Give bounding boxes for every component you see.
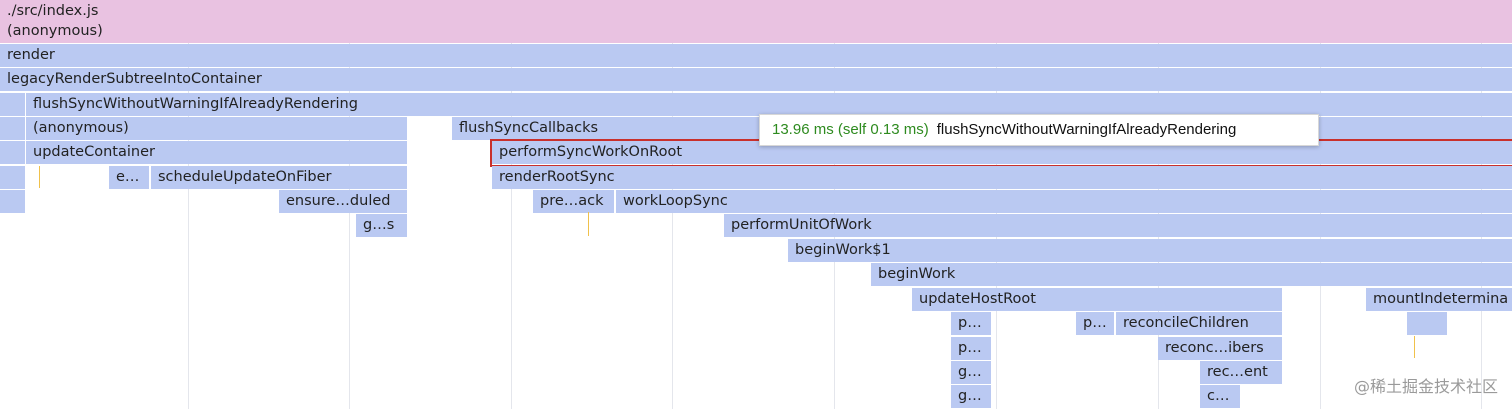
flame-chart: ./src/index.js (anonymous) render legacy… <box>0 0 1512 409</box>
flame-frame-left-stub[interactable] <box>0 93 25 116</box>
flame-frame-reconcile-single-element[interactable]: rec…ent <box>1200 361 1282 384</box>
time-tick-mark <box>1414 336 1415 358</box>
flame-frame-begin-work-1[interactable]: beginWork$1 <box>788 239 1512 262</box>
flame-frame-prepare-stack[interactable]: pre…ack <box>533 190 614 213</box>
flame-frame-left-stub[interactable] <box>0 190 25 213</box>
watermark-text: @稀土掘金技术社区 <box>1353 377 1498 396</box>
flame-frame-perform-unit-of-work[interactable]: performUnitOfWork <box>724 214 1512 237</box>
flame-frame-schedule-update-on-fiber[interactable]: scheduleUpdateOnFiber <box>151 166 407 189</box>
frame-tooltip: 13.96 ms (self 0.13 ms) flushSyncWithoutW… <box>759 114 1319 146</box>
tooltip-duration: 13.96 ms (self 0.13 ms) <box>772 121 929 138</box>
flame-frame-work-loop-sync[interactable]: workLoopSync <box>616 190 1512 213</box>
flame-frame-anonymous-root[interactable]: (anonymous) <box>0 20 1512 43</box>
time-tick-mark <box>588 212 589 236</box>
flame-frame-g-s[interactable]: g…s <box>356 214 407 237</box>
flame-frame-update-container[interactable]: updateContainer <box>26 141 407 164</box>
flame-frame-left-stub[interactable] <box>0 166 25 189</box>
flame-frame-left-stub[interactable] <box>0 141 25 164</box>
flame-frame-c[interactable]: c… <box>1200 385 1240 408</box>
flame-frame-reconcile-child-fibers[interactable]: reconc…ibers <box>1158 337 1282 360</box>
flame-frame-begin-work[interactable]: beginWork <box>871 263 1512 286</box>
flame-frame-p-2[interactable]: p… <box>1076 312 1114 335</box>
flame-frame-ensure-scheduled[interactable]: ensure…duled <box>279 190 407 213</box>
flame-frame-mount-indeterminate[interactable]: mountIndetermina <box>1366 288 1512 311</box>
flame-frame-render-root-sync[interactable]: renderRootSync <box>492 166 1512 189</box>
flame-frame-left-stub[interactable] <box>0 117 25 140</box>
flame-frame-update-host-root[interactable]: updateHostRoot <box>912 288 1282 311</box>
flame-frame-render[interactable]: render <box>0 44 1512 67</box>
flame-frame-legacy-render-subtree[interactable]: legacyRenderSubtreeIntoContainer <box>0 68 1512 91</box>
flame-frame-p-3[interactable]: p… <box>951 337 991 360</box>
time-tick-mark <box>39 166 40 188</box>
flame-frame-p-1[interactable]: p… <box>951 312 991 335</box>
flame-frame-flush-sync-without-warning[interactable]: flushSyncWithoutWarningIfAlreadyRenderin… <box>26 93 1512 116</box>
flame-frame-g-2[interactable]: g… <box>951 385 991 408</box>
flame-frame-small-block[interactable] <box>1407 312 1447 335</box>
flame-frame-reconcile-children[interactable]: reconcileChildren <box>1116 312 1282 335</box>
tooltip-function-name: flushSyncWithoutWarningIfAlreadyRenderin… <box>936 121 1237 138</box>
flame-frame-e[interactable]: e… <box>109 166 149 189</box>
flame-frame-g-1[interactable]: g… <box>951 361 991 384</box>
flame-frame-anonymous[interactable]: (anonymous) <box>26 117 407 140</box>
